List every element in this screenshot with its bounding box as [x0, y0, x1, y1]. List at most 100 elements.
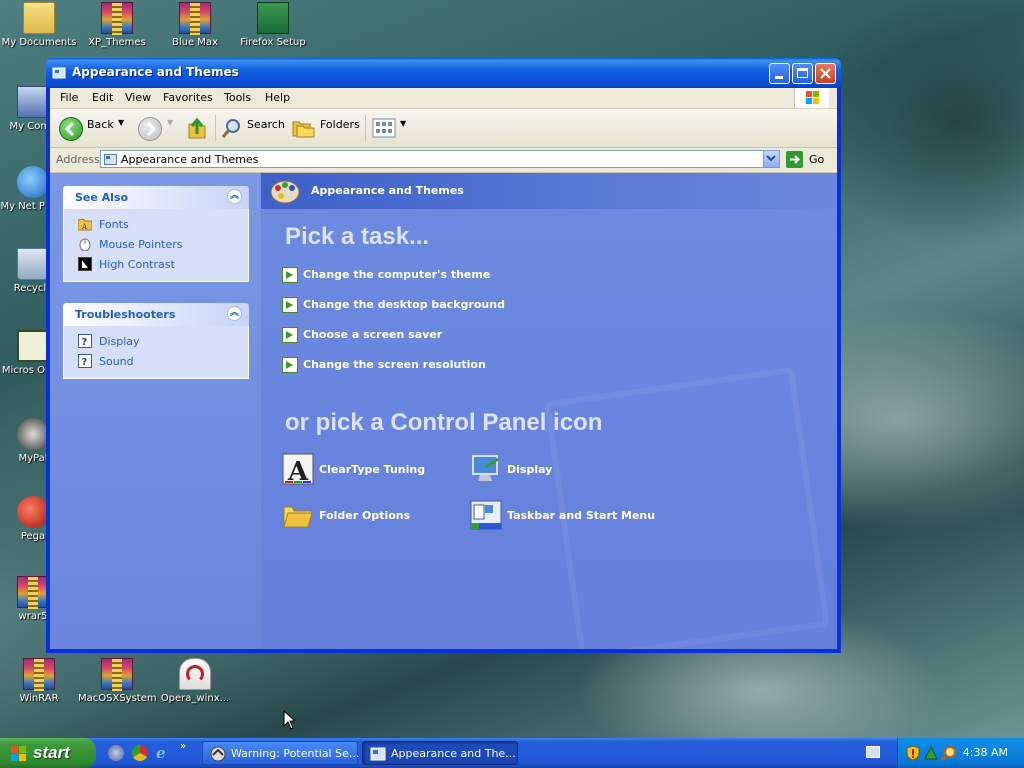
control-panel-icon: [104, 154, 117, 165]
folders-label[interactable]: Folders: [320, 118, 360, 131]
menu-favorites[interactable]: Favorites: [163, 91, 213, 104]
task-label: Change the computer's theme: [303, 268, 491, 281]
desktop-icon-xp-themes[interactable]: XP_Themes: [78, 2, 156, 48]
mouse-icon: [79, 238, 91, 251]
taskbar-item-label: Appearance and The...: [391, 747, 516, 760]
pick-task-heading: Pick a task...: [285, 223, 430, 250]
back-label[interactable]: Back: [87, 118, 114, 131]
desktop-icon-firefox-setup[interactable]: Firefox Setup: [234, 2, 312, 48]
menu-edit[interactable]: Edit: [92, 91, 113, 104]
taskbar-item-appearance-themes[interactable]: Appearance and The...: [362, 741, 518, 765]
see-also-item-high-contrast[interactable]: High Contrast: [64, 255, 248, 275]
troubleshooters-panel: Troubleshooters ︽ ? Display ? Sound: [63, 303, 249, 379]
folder-fonts-icon: A: [78, 218, 92, 231]
menu-tools[interactable]: Tools: [224, 91, 251, 104]
cp-icon-display[interactable]: Display: [470, 453, 590, 487]
troubleshooter-label: Sound: [99, 355, 134, 368]
taskbar-item-label: Warning: Potential Se...: [231, 747, 360, 760]
troubleshooter-item-display[interactable]: ? Display: [64, 332, 248, 352]
address-dropdown-button[interactable]: [763, 151, 779, 167]
troubleshooters-header[interactable]: Troubleshooters ︽: [63, 303, 249, 326]
winrar-archive-icon: [101, 658, 133, 691]
network-icon[interactable]: [923, 745, 939, 761]
recycle-bin-icon: [17, 248, 49, 280]
menu-view[interactable]: View: [125, 91, 151, 104]
search-icon[interactable]: [221, 117, 243, 139]
menu-help[interactable]: Help: [265, 91, 290, 104]
keyboard-icon[interactable]: [866, 746, 880, 758]
troubleshooter-item-sound[interactable]: ? Sound: [64, 352, 248, 372]
desktop-icon-label: Firefox Setup: [240, 37, 306, 48]
outlook-icon: [17, 330, 49, 362]
troubleshooters-list: ? Display ? Sound: [63, 326, 249, 379]
mouse-cursor-icon: [283, 710, 295, 730]
contrast-icon: [78, 257, 92, 271]
see-also-label: Fonts: [99, 218, 129, 231]
cp-icon-folder-options[interactable]: Folder Options: [282, 499, 462, 533]
category-header: Appearance and Themes: [261, 173, 837, 209]
back-dropdown-icon[interactable]: ▼: [118, 118, 124, 127]
desktop-icon-winrar[interactable]: WinRAR: [0, 658, 78, 704]
minimize-button[interactable]: [769, 63, 790, 84]
see-also-item-mouse-pointers[interactable]: Mouse Pointers: [64, 235, 248, 255]
views-dropdown-icon[interactable]: ▼: [400, 119, 406, 128]
cp-icon-cleartype[interactable]: A ClearType Tuning: [282, 453, 462, 487]
internet-explorer-icon[interactable]: e: [156, 744, 172, 762]
address-field[interactable]: Appearance and Themes: [100, 150, 780, 168]
desktop-icon-blue-max[interactable]: Blue Max: [156, 2, 234, 48]
task-arrow-icon: [282, 327, 298, 343]
show-desktop-icon[interactable]: [108, 745, 124, 761]
address-bar: Address Appearance and Themes Go: [50, 148, 837, 173]
forward-dropdown-icon[interactable]: ▼: [167, 118, 173, 127]
up-folder-button[interactable]: [186, 116, 208, 140]
mypal-icon: [17, 418, 49, 450]
windows-logo-icon: [794, 88, 829, 108]
desktop-icon-opera-installer[interactable]: Opera_winx...: [156, 658, 234, 704]
collapse-chevron-icon[interactable]: ︽: [227, 189, 242, 204]
search-tray-icon[interactable]: [941, 745, 957, 761]
desktop-icon-macosx-system[interactable]: MacOSXSystem: [78, 658, 157, 704]
search-label[interactable]: Search: [247, 118, 285, 131]
cp-icon-label: ClearType Tuning: [319, 463, 426, 476]
desktop-icon-my-documents[interactable]: My Documents: [0, 2, 78, 48]
forward-button[interactable]: [138, 117, 162, 141]
svg-text:?: ?: [82, 337, 88, 348]
task-label: Choose a screen saver: [303, 328, 443, 341]
back-button[interactable]: [59, 117, 83, 141]
address-label: Address: [56, 153, 100, 166]
address-value: Appearance and Themes: [121, 153, 259, 166]
close-button[interactable]: [815, 63, 836, 84]
collapse-chevron-icon[interactable]: ︽: [227, 306, 242, 321]
cp-icon-taskbar-start-menu[interactable]: Taskbar and Start Menu: [470, 499, 670, 533]
start-button[interactable]: start: [0, 738, 96, 768]
security-shield-icon[interactable]: [906, 745, 920, 761]
menu-bar: File Edit View Favorites Tools Help: [50, 88, 837, 109]
see-also-list: A Fonts Mouse Pointers High Contrast: [63, 209, 249, 282]
task-label: Change the screen resolution: [303, 358, 486, 371]
chevron-down-icon: [766, 155, 776, 162]
help-icon: ?: [78, 354, 92, 368]
maximize-button[interactable]: [792, 63, 813, 84]
menu-file[interactable]: File: [60, 91, 78, 104]
window-title: Appearance and Themes: [72, 65, 239, 79]
views-icon[interactable]: [372, 118, 396, 138]
winrar-archive-icon: [179, 2, 211, 35]
folders-icon[interactable]: [292, 118, 316, 138]
desktop-icon-label: Blue Max: [172, 37, 218, 48]
see-also-title: See Also: [75, 191, 129, 204]
display-icon: [472, 455, 499, 481]
chrome-icon[interactable]: [132, 745, 148, 761]
close-icon: [820, 68, 831, 79]
troubleshooters-title: Troubleshooters: [75, 308, 176, 321]
clock[interactable]: 4:38 AM: [963, 746, 1008, 759]
see-also-label: High Contrast: [99, 258, 175, 271]
task-label: Change the desktop background: [303, 298, 505, 311]
window-body: File Edit View Favorites Tools Help Back…: [50, 88, 837, 649]
task-arrow-icon: [282, 267, 298, 283]
title-bar[interactable]: Appearance and Themes: [46, 58, 841, 88]
see-also-item-fonts[interactable]: A Fonts: [64, 215, 248, 235]
see-also-header[interactable]: See Also ︽: [63, 186, 249, 209]
quick-launch-overflow-icon[interactable]: »: [180, 741, 186, 752]
taskbar-item-warning[interactable]: Warning: Potential Se...: [202, 741, 360, 765]
see-also-label: Mouse Pointers: [99, 238, 183, 251]
